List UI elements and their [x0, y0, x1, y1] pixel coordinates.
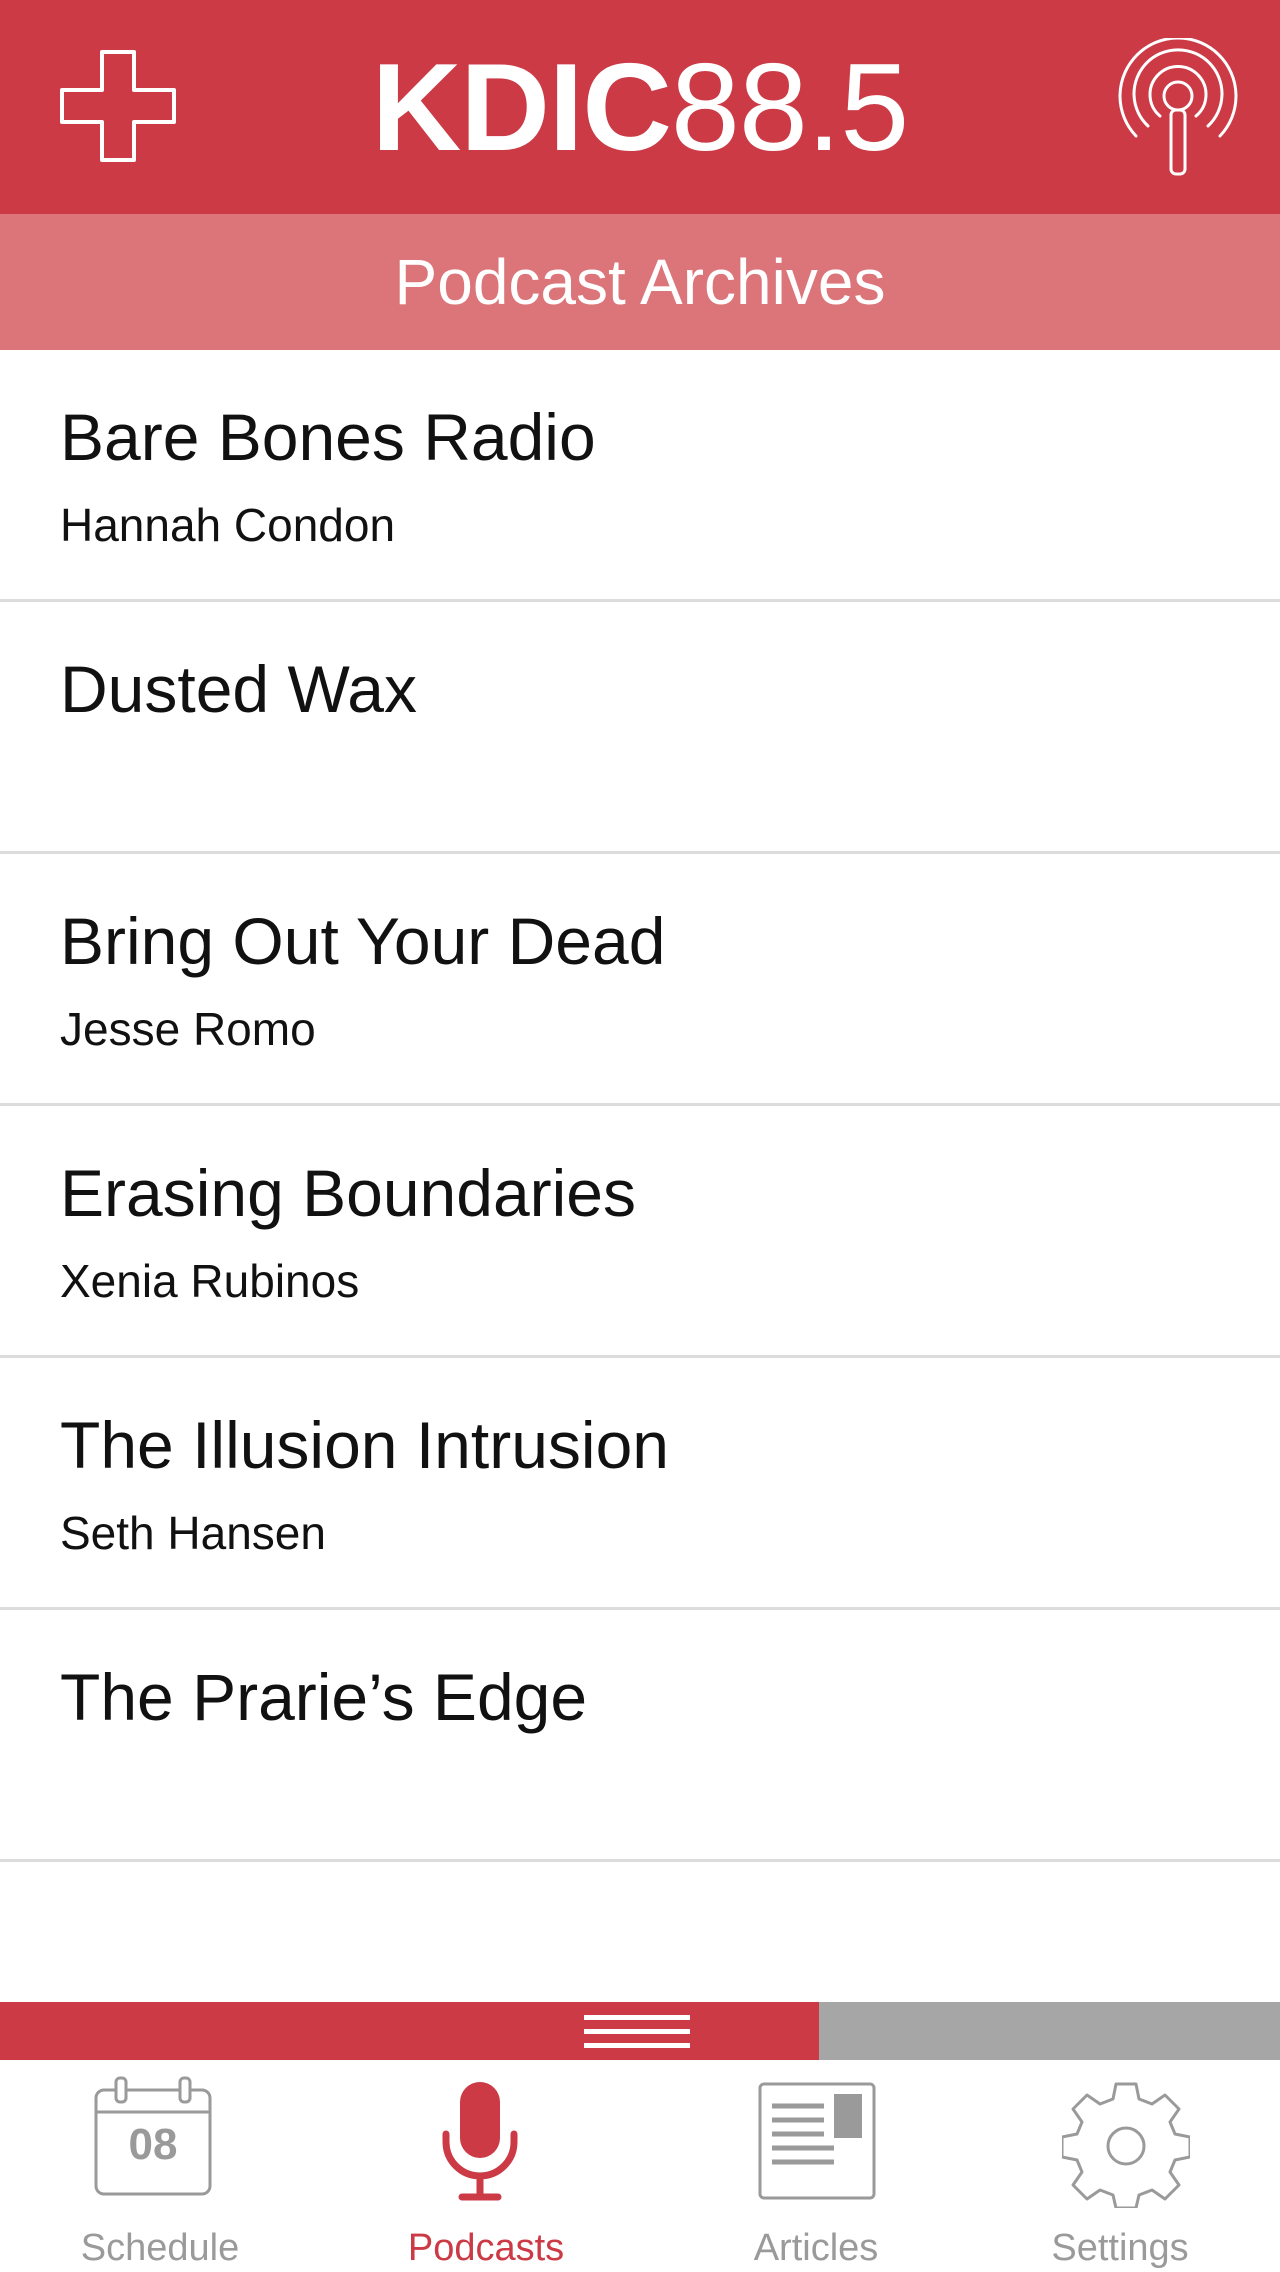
calendar-icon: 08 — [94, 2076, 212, 2196]
newspaper-icon — [758, 2082, 876, 2200]
station-brand: KDIC — [371, 39, 672, 177]
podcast-list: Bare Bones Radio Hannah Condon Dusted Wa… — [0, 350, 1280, 1862]
podcast-title: Erasing Boundaries — [60, 1156, 637, 1230]
station-frequency: 88.5 — [670, 39, 909, 177]
tab-articles[interactable]: Articles — [656, 2060, 976, 2272]
podcast-item-erasing-boundaries[interactable]: Erasing Boundaries Xenia Rubinos — [0, 1106, 1280, 1358]
podcast-title: Bring Out Your Dead — [60, 904, 666, 978]
tab-label: Schedule — [80, 2227, 240, 2269]
broadcast-icon — [1118, 36, 1238, 176]
podcast-item-the-praries-edge[interactable]: The Prarie’s Edge — [0, 1610, 1280, 1862]
tab-settings[interactable]: Settings — [960, 2060, 1280, 2272]
podcast-item-bare-bones-radio[interactable]: Bare Bones Radio Hannah Condon — [0, 350, 1280, 602]
podcast-item-bring-out-your-dead[interactable]: Bring Out Your Dead Jesse Romo — [0, 854, 1280, 1106]
station-title: KDIC88.5 — [0, 40, 1280, 176]
podcast-host: Seth Hansen — [60, 1507, 326, 1559]
player-drawer-handle[interactable] — [584, 2015, 690, 2049]
tab-label: Settings — [1051, 2227, 1189, 2269]
handle-line — [584, 2029, 690, 2034]
tab-label: Podcasts — [407, 2227, 565, 2269]
podcast-item-the-illusion-intrusion[interactable]: The Illusion Intrusion Seth Hansen — [0, 1358, 1280, 1610]
gear-icon — [1060, 2080, 1192, 2210]
podcast-title: Dusted Wax — [60, 652, 418, 726]
player-progress-bar[interactable] — [0, 2002, 1280, 2060]
player-progress-fill — [0, 2002, 820, 2060]
handle-line — [584, 2043, 690, 2048]
tab-schedule[interactable]: 08 Schedule — [0, 2060, 320, 2272]
podcast-title: Bare Bones Radio — [60, 400, 596, 474]
podcast-title: The Prarie’s Edge — [60, 1660, 588, 1734]
live-stream-button[interactable] — [1118, 36, 1238, 178]
calendar-day: 08 — [128, 2120, 178, 2169]
tab-bar: 08 Schedule Podcasts Articles Settings — [0, 2060, 1280, 2272]
tab-podcasts[interactable]: Podcasts — [326, 2060, 646, 2272]
page-title: Podcast Archives — [0, 214, 1280, 350]
podcast-host: Jesse Romo — [60, 1003, 316, 1055]
tab-label: Articles — [753, 2227, 879, 2269]
podcast-host: Hannah Condon — [60, 499, 396, 551]
app-header: KDIC88.5 — [0, 0, 1280, 214]
podcast-item-dusted-wax[interactable]: Dusted Wax — [0, 602, 1280, 854]
podcast-title: The Illusion Intrusion — [60, 1408, 669, 1482]
microphone-icon — [440, 2082, 520, 2202]
podcast-host: Xenia Rubinos — [60, 1255, 360, 1307]
handle-line — [584, 2015, 690, 2020]
